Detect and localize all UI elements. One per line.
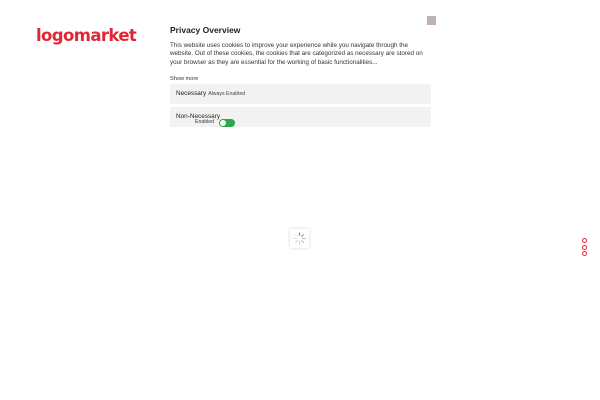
logomarket-logo[interactable]: logomarket [36,26,137,45]
privacy-overview-title: Privacy Overview [170,25,241,35]
privacy-description: This website uses cookies to improve you… [170,42,423,66]
spinner-svg [293,232,306,245]
privacy-overview-panel: Privacy Overview This website uses cooki… [170,20,432,85]
cookie-category-non-necessary[interactable]: Non-Necessary Enabled [170,107,431,127]
toggle-enabled-label: Enabled [195,119,215,125]
side-nav-dot-icon[interactable] [582,251,587,256]
loading-spinner-icon [290,229,309,248]
close-icon[interactable] [427,16,436,25]
cookie-category-necessary[interactable]: Necessary Always Enabled [170,84,431,104]
non-necessary-toggle[interactable] [219,119,235,127]
always-enabled-label: Always Enabled [208,91,246,97]
toggle-knob [220,120,226,126]
side-nav-dot-icon[interactable] [582,238,587,243]
side-nav-dot-icon[interactable] [582,244,587,250]
category-name-necessary[interactable]: Necessary Always Enabled [176,90,245,97]
category-label: Necessary [176,90,207,97]
side-navigation-dots [582,238,588,258]
show-more-link[interactable]: Show more [170,76,198,82]
